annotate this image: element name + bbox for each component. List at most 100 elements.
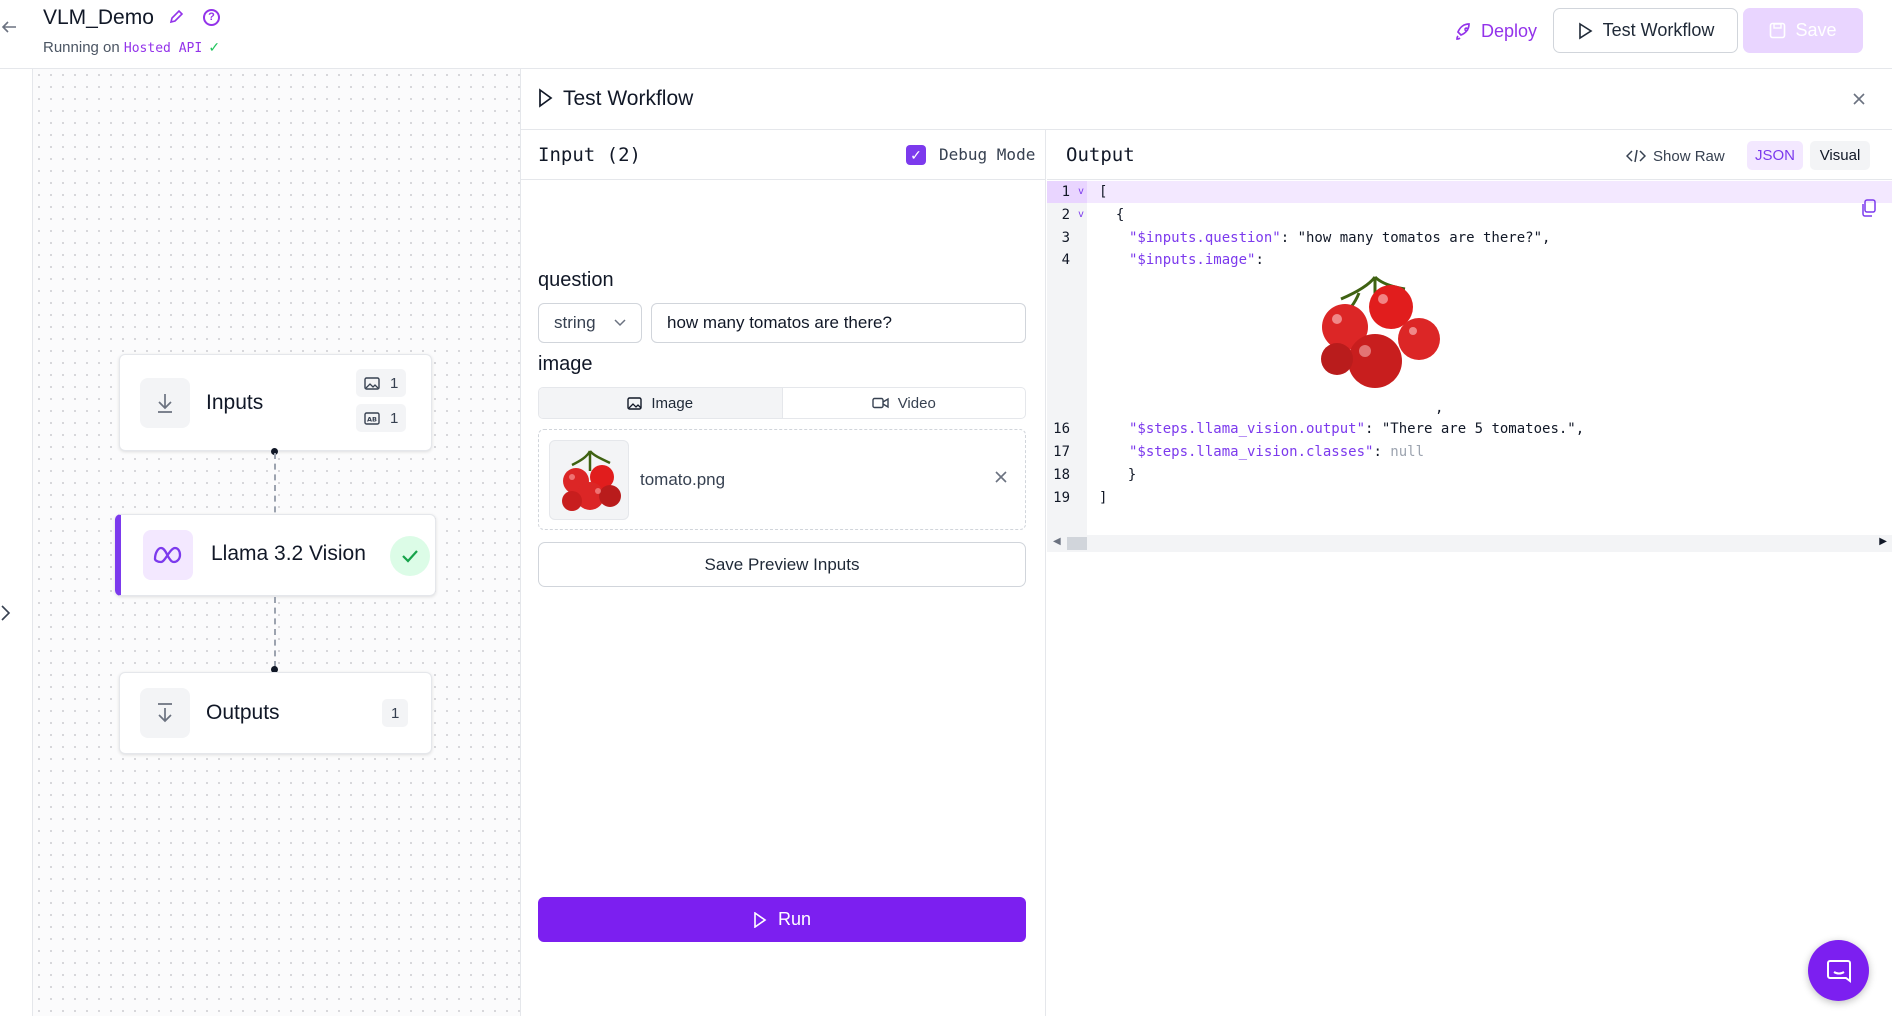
- inputs-node-label: Inputs: [206, 391, 264, 414]
- debug-mode-label: Debug Mode: [939, 145, 1036, 164]
- code-icon: [1626, 149, 1646, 163]
- svg-text:AB: AB: [367, 415, 377, 423]
- chevron-down-icon: [614, 304, 626, 357]
- help-icon[interactable]: ?: [203, 9, 220, 26]
- json-view-button[interactable]: JSON: [1747, 141, 1803, 170]
- top-bar: VLM_Demo ? Running on Hosted API ✓ Deplo…: [0, 0, 1892, 69]
- code-line: ]: [1099, 490, 1108, 506]
- close-icon[interactable]: [1851, 87, 1867, 113]
- outputs-node-label: Outputs: [206, 701, 280, 724]
- chat-support-button[interactable]: [1808, 940, 1869, 1001]
- deploy-button[interactable]: Deploy: [1430, 10, 1560, 52]
- file-name: tomato.png: [640, 470, 726, 489]
- output-count-badge: 1: [382, 699, 409, 727]
- save-disk-icon: [1770, 22, 1786, 39]
- image-field-label: image: [538, 353, 593, 375]
- save-label: Save: [1795, 20, 1837, 40]
- image-icon: [364, 376, 380, 390]
- save-preview-inputs-button[interactable]: Save Preview Inputs: [538, 542, 1026, 587]
- running-prefix: Running on: [43, 39, 120, 56]
- text-input-count: 1: [390, 409, 399, 427]
- input-column: Input (2) ✓ Debug Mode question string i…: [521, 130, 1046, 1016]
- tab-video-label: Video: [897, 394, 936, 412]
- running-target: Hosted API: [123, 41, 203, 56]
- active-line-highlight: [1087, 181, 1892, 203]
- panel-title: Test Workflow: [563, 87, 694, 110]
- code-line: [: [1099, 184, 1108, 200]
- question-type-select[interactable]: string: [538, 303, 642, 343]
- code-line: "$steps.llama_vision.classes": null: [1129, 444, 1424, 460]
- remove-file-icon[interactable]: [994, 468, 1008, 489]
- scroll-right-arrow-icon[interactable]: ▶: [1879, 536, 1887, 547]
- json-key: "$steps.llama_vision.output": [1129, 421, 1366, 437]
- json-key: "$inputs.image": [1129, 252, 1256, 268]
- show-raw-button[interactable]: Show Raw: [1626, 142, 1725, 170]
- llama-node-label: Llama 3.2 Vision: [211, 542, 366, 565]
- fold-toggle-icon[interactable]: v: [1078, 209, 1084, 220]
- check-icon: ✓: [208, 39, 221, 55]
- scroll-left-arrow-icon[interactable]: ◀: [1053, 536, 1061, 547]
- output-column: Output Show Raw JSON Visual 1v 2v 3 4 16…: [1047, 130, 1892, 1016]
- play-icon: [537, 88, 553, 113]
- tab-image[interactable]: Image: [539, 388, 783, 418]
- output-heading: Output: [1066, 144, 1135, 166]
- code-line: "$steps.llama_vision.output": "There are…: [1129, 421, 1584, 437]
- llama-vision-node[interactable]: Llama 3.2 Vision: [115, 514, 436, 596]
- json-key: "$steps.llama_vision.classes": [1129, 444, 1374, 460]
- debug-mode-checkbox[interactable]: ✓: [906, 145, 926, 165]
- input-header: Input (2) ✓ Debug Mode: [521, 130, 1045, 180]
- show-raw-label: Show Raw: [1653, 147, 1725, 165]
- fold-toggle-icon[interactable]: v: [1078, 186, 1084, 197]
- panel-header: Test Workflow: [521, 69, 1892, 130]
- chevron-right-icon[interactable]: [0, 603, 12, 628]
- copy-icon[interactable]: [1860, 199, 1876, 217]
- output-tomato-image: [1321, 275, 1440, 388]
- json-output-viewer[interactable]: 1v 2v 3 4 16 17 18 19 [ { "$inputs.quest…: [1047, 181, 1892, 541]
- output-header: Output Show Raw JSON Visual: [1047, 130, 1892, 180]
- json-value: : "how many tomatos are there?",: [1280, 230, 1551, 246]
- download-icon: [140, 688, 190, 738]
- json-value: : "There are 5 tomatoes.",: [1365, 421, 1585, 437]
- run-button[interactable]: Run: [538, 897, 1026, 942]
- tab-video[interactable]: Video: [783, 388, 1026, 418]
- json-null-value: null: [1390, 444, 1425, 460]
- image-input-count: 1: [390, 374, 399, 392]
- json-key: "$inputs.question": [1129, 230, 1281, 246]
- text-input-count-badge: AB 1: [356, 404, 407, 432]
- scrollbar-thumb[interactable]: [1067, 537, 1087, 550]
- code-line: {: [1099, 207, 1125, 223]
- code-line: ,: [1435, 400, 1444, 416]
- play-icon: [754, 911, 767, 928]
- rocket-icon: [1456, 23, 1470, 40]
- tomato-thumbnail: [549, 440, 629, 520]
- workflow-canvas[interactable]: Inputs 1 AB 1 Llama 3.2 Vision Outputs 1: [33, 69, 521, 1016]
- running-status: Running on Hosted API ✓: [43, 39, 220, 56]
- inputs-node[interactable]: Inputs 1 AB 1: [119, 354, 432, 451]
- code-line: "$inputs.question": "how many tomatos ar…: [1129, 230, 1550, 246]
- connector-line: [274, 453, 276, 523]
- question-field-label: question: [538, 269, 614, 291]
- horizontal-scrollbar[interactable]: ◀ ▶: [1047, 535, 1892, 552]
- tab-image-label: Image: [651, 394, 694, 412]
- code-line: "$inputs.image":: [1129, 252, 1264, 268]
- input-heading: Input (2): [538, 144, 641, 166]
- json-separator: :: [1373, 444, 1391, 460]
- chat-bubble-icon: [1826, 959, 1851, 983]
- deploy-label: Deploy: [1480, 20, 1538, 41]
- run-label: Run: [777, 909, 812, 929]
- test-workflow-button[interactable]: Test Workflow: [1553, 8, 1738, 53]
- save-button[interactable]: Save: [1743, 8, 1863, 53]
- download-icon: [140, 378, 190, 428]
- test-workflow-label: Test Workflow: [1602, 20, 1715, 40]
- image-input-count-badge: 1: [356, 369, 407, 397]
- outputs-node[interactable]: Outputs 1: [119, 672, 432, 754]
- edit-pencil-icon[interactable]: [168, 9, 186, 27]
- question-input[interactable]: [651, 303, 1026, 343]
- image-icon: [627, 396, 643, 410]
- visual-view-button[interactable]: Visual: [1810, 141, 1870, 170]
- back-arrow-icon[interactable]: [0, 18, 20, 42]
- output-count: 1: [391, 704, 400, 722]
- success-check-icon: [390, 536, 430, 576]
- workflow-title: VLM_Demo: [43, 6, 154, 29]
- video-camera-icon: [872, 397, 889, 409]
